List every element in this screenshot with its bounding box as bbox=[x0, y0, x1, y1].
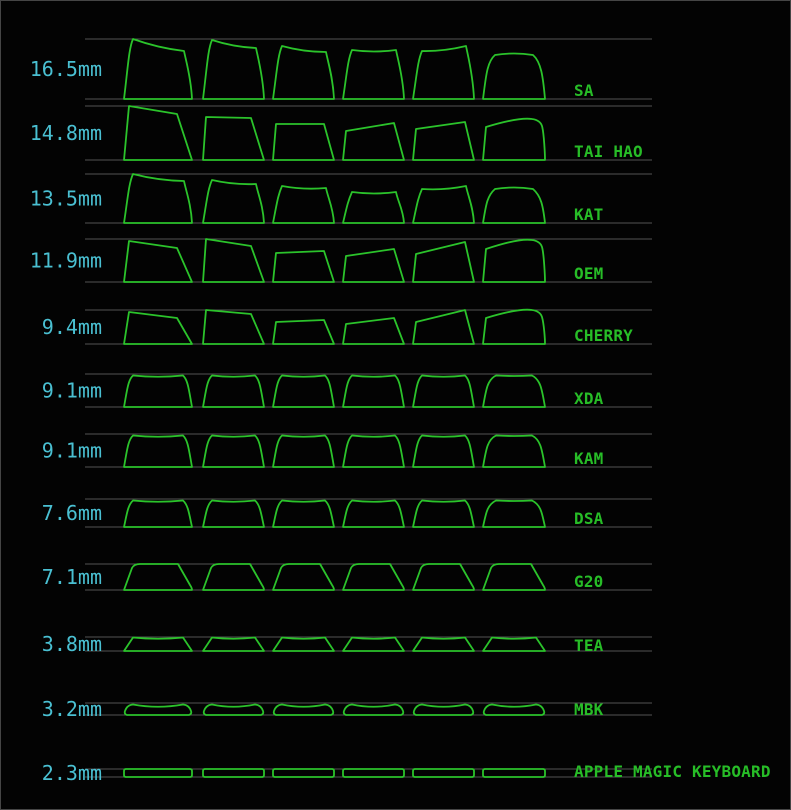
height-label-tai-hao: 14.8mm bbox=[30, 121, 102, 145]
keycap-outline-g20-key5 bbox=[412, 563, 475, 591]
keycap-outline-mbk-key4 bbox=[342, 703, 405, 716]
keycap-outline-kam-key4 bbox=[342, 434, 405, 468]
keycap-outline-mbk-key5 bbox=[412, 703, 475, 716]
keycap-outline-oem-key2 bbox=[202, 238, 265, 283]
profile-label-kam: KAM bbox=[574, 449, 604, 468]
keycap-outline-xda-key5 bbox=[412, 374, 475, 408]
keycap-outline-tea-key6 bbox=[482, 636, 546, 652]
keycap-outline-tea-key4 bbox=[342, 636, 405, 652]
keycap-outline-tea-key1 bbox=[123, 636, 193, 652]
keycap-outline-tai-hao-key1 bbox=[123, 105, 193, 161]
keycap-outline-sa-key4 bbox=[342, 49, 405, 100]
keycap-outline-kam-key1 bbox=[123, 434, 193, 468]
keycap-outline-mbk-key1 bbox=[123, 703, 193, 716]
keycap-outline-dsa-key5 bbox=[412, 499, 475, 528]
height-label-dsa: 7.6mm bbox=[42, 501, 102, 525]
profile-label-sa: SA bbox=[574, 81, 594, 100]
height-label-mbk: 3.2mm bbox=[42, 697, 102, 721]
height-label-kam: 9.1mm bbox=[42, 439, 102, 463]
keycap-outline-tea-key3 bbox=[272, 636, 335, 652]
height-label-kat: 13.5mm bbox=[30, 187, 102, 211]
keycap-outline-tai-hao-key3 bbox=[272, 123, 335, 161]
keycap-outline-mbk-key3 bbox=[272, 703, 335, 716]
keycap-outline-kat-key2 bbox=[202, 179, 265, 224]
keycap-height-chart: 16.5mm SA 14.8mm TAI HAO 13.5mm KAT 11.9mm OEM 9… bbox=[30, 38, 771, 785]
profile-label-xda: XDA bbox=[574, 389, 604, 408]
keycap-outline-xda-key1 bbox=[123, 374, 193, 408]
keycap-outline-sa-key6 bbox=[482, 52, 546, 100]
keycap-outline-apple-magic-keyboard-key6 bbox=[482, 768, 546, 778]
keycap-outline-dsa-key1 bbox=[123, 499, 193, 528]
keycap-outline-cherry-key3 bbox=[272, 319, 335, 345]
keycap-outline-kam-key2 bbox=[202, 434, 265, 468]
keycap-outline-g20-key2 bbox=[202, 563, 265, 591]
keycap-outline-dsa-key4 bbox=[342, 499, 405, 528]
keycap-outline-tai-hao-key6 bbox=[482, 117, 546, 161]
keycap-outline-oem-key6 bbox=[482, 238, 546, 283]
keycap-outline-xda-key4 bbox=[342, 374, 405, 408]
keycap-outline-g20-key3 bbox=[272, 563, 335, 591]
height-label-g20: 7.1mm bbox=[42, 565, 102, 589]
keycap-outline-apple-magic-keyboard-key5 bbox=[412, 768, 475, 778]
keycap-outline-kat-key3 bbox=[272, 185, 335, 224]
keycap-outline-tai-hao-key4 bbox=[342, 122, 405, 161]
keycap-outline-apple-magic-keyboard-key2 bbox=[202, 768, 265, 778]
keycap-outline-cherry-key2 bbox=[202, 309, 265, 345]
keycap-outline-kat-key1 bbox=[123, 173, 193, 224]
keycap-outline-sa-key1 bbox=[123, 38, 193, 100]
profile-label-tai-hao: TAI HAO bbox=[574, 142, 643, 161]
keycap-outline-tai-hao-key2 bbox=[202, 116, 265, 161]
keycap-outline-tea-key5 bbox=[412, 636, 475, 652]
keycap-outline-oem-key1 bbox=[123, 240, 193, 283]
keycap-outline-oem-key4 bbox=[342, 248, 405, 283]
keycap-outline-mbk-key2 bbox=[202, 703, 265, 716]
profile-label-dsa: DSA bbox=[574, 509, 604, 528]
keycap-outline-cherry-key5 bbox=[412, 309, 475, 345]
keycap-outline-tea-key2 bbox=[202, 636, 265, 652]
height-label-tea: 3.8mm bbox=[42, 632, 102, 656]
profile-label-g20: G20 bbox=[574, 572, 604, 591]
keycap-outline-sa-key5 bbox=[412, 45, 475, 100]
keycap-outline-xda-key2 bbox=[202, 374, 265, 408]
keycap-outline-kam-key3 bbox=[272, 434, 335, 468]
keycap-outline-xda-key6 bbox=[482, 374, 546, 408]
keycap-outline-cherry-key1 bbox=[123, 311, 193, 345]
keycap-outline-cherry-key4 bbox=[342, 317, 405, 345]
keycap-profile-comparison: 16.5mm SA 14.8mm TAI HAO 13.5mm KAT 11.9mm OEM 9… bbox=[0, 0, 791, 810]
keycap-outline-g20-key1 bbox=[123, 563, 193, 591]
keycap-outline-kam-key6 bbox=[482, 434, 546, 468]
keycap-outline-g20-key4 bbox=[342, 563, 405, 591]
keycap-outline-apple-magic-keyboard-key3 bbox=[272, 768, 335, 778]
keycap-outline-apple-magic-keyboard-key4 bbox=[342, 768, 405, 778]
height-label-cherry: 9.4mm bbox=[42, 315, 102, 339]
keycap-outline-dsa-key2 bbox=[202, 499, 265, 528]
keycap-outline-tai-hao-key5 bbox=[412, 121, 475, 161]
height-label-xda: 9.1mm bbox=[42, 379, 102, 403]
keycap-outline-sa-key3 bbox=[272, 45, 335, 100]
keycap-outline-kam-key5 bbox=[412, 434, 475, 468]
profile-label-oem: OEM bbox=[574, 264, 604, 283]
keycap-outline-dsa-key6 bbox=[482, 499, 546, 528]
keycap-outline-kat-key4 bbox=[342, 191, 405, 224]
keycap-outline-kat-key5 bbox=[412, 185, 475, 224]
keycap-outline-kat-key6 bbox=[482, 186, 546, 224]
keycap-outline-cherry-key6 bbox=[482, 308, 546, 345]
keycap-outline-oem-key5 bbox=[412, 241, 475, 283]
height-label-sa: 16.5mm bbox=[30, 57, 102, 81]
height-label-apple-magic-keyboard: 2.3mm bbox=[42, 761, 102, 785]
keycap-outline-sa-key2 bbox=[202, 39, 265, 100]
keycap-outline-apple-magic-keyboard-key1 bbox=[123, 768, 193, 778]
profile-label-kat: KAT bbox=[574, 205, 604, 224]
keycap-outline-dsa-key3 bbox=[272, 499, 335, 528]
keycap-outline-mbk-key6 bbox=[482, 703, 546, 716]
profile-label-cherry: CHERRY bbox=[574, 326, 633, 345]
keycap-outline-oem-key3 bbox=[272, 250, 335, 283]
profile-label-apple-magic-keyboard: APPLE MAGIC KEYBOARD bbox=[574, 762, 771, 781]
keycap-outline-xda-key3 bbox=[272, 374, 335, 408]
profile-label-tea: TEA bbox=[574, 636, 604, 655]
keycap-outline-g20-key6 bbox=[482, 563, 546, 591]
height-label-oem: 11.9mm bbox=[30, 249, 102, 273]
profile-label-mbk: MBK bbox=[574, 700, 604, 719]
